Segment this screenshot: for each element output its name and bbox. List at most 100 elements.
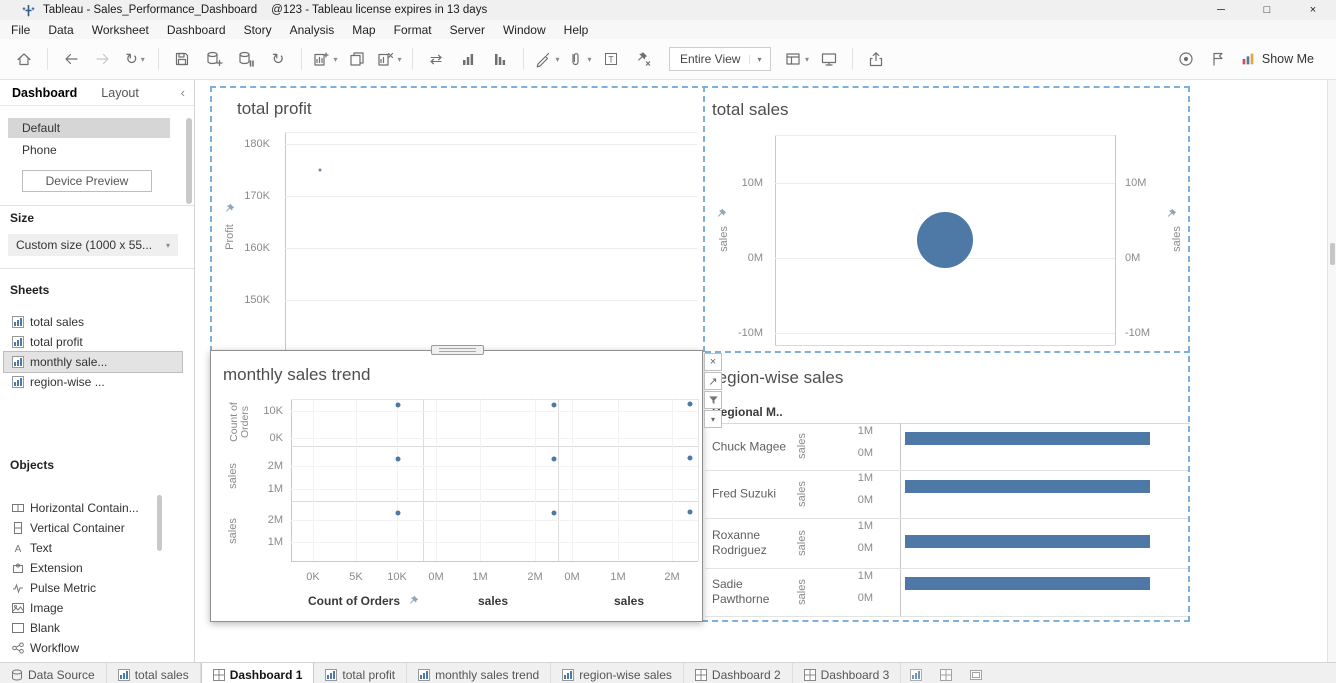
floating-drag-handle[interactable]: [431, 345, 484, 355]
object-workflow[interactable]: Workflow: [4, 638, 182, 658]
tab-monthly-sales-trend[interactable]: monthly sales trend: [407, 663, 552, 683]
scatter-mark[interactable]: [551, 456, 557, 462]
menu-item-worksheet[interactable]: Worksheet: [83, 21, 158, 39]
new-story-tab-button[interactable]: [961, 663, 991, 683]
menu-item-story[interactable]: Story: [235, 21, 281, 39]
fit-dropdown[interactable]: Entire View ▾: [669, 47, 771, 71]
sidebar-sheet-region-wise[interactable]: region-wise ...: [4, 372, 182, 392]
object-vertical-container[interactable]: Vertical Container: [4, 518, 182, 538]
flag-button[interactable]: [1205, 45, 1231, 73]
sidebar-sheet-total-profit[interactable]: total profit: [4, 332, 182, 352]
objects-scrollbar-thumb[interactable]: [157, 495, 162, 551]
scatter-mark[interactable]: [395, 402, 401, 408]
pin-icon[interactable]: [408, 595, 419, 606]
tab-total-sales[interactable]: total sales: [107, 663, 201, 683]
object-extension[interactable]: Extension: [4, 558, 182, 578]
scatter-mark[interactable]: [551, 510, 557, 516]
pin-icon[interactable]: [1166, 208, 1177, 219]
object-blank[interactable]: Blank: [4, 618, 182, 638]
scatter-mark[interactable]: [687, 455, 693, 461]
scatter-mark[interactable]: [687, 401, 693, 407]
new-data-source-button[interactable]: [201, 45, 227, 73]
new-dashboard-tab-button[interactable]: [931, 663, 961, 683]
object-image[interactable]: Image: [4, 598, 182, 618]
show-mark-labels-button[interactable]: T: [598, 45, 624, 73]
swap-rows-columns-button[interactable]: ⇄: [423, 45, 449, 73]
device-item-phone[interactable]: Phone: [8, 140, 170, 160]
tab-total-profit[interactable]: total profit: [314, 663, 408, 683]
pin-icon[interactable]: [716, 208, 727, 219]
tab-data-source[interactable]: Data Source: [0, 663, 107, 683]
sidebar-sheet-monthly-sales[interactable]: monthly sale...: [3, 351, 183, 373]
device-item-default[interactable]: Default: [8, 118, 170, 138]
canvas-scrollbar-thumb[interactable]: [1330, 243, 1335, 265]
sidebar-scrollbar-thumb[interactable]: [186, 118, 192, 204]
close-button[interactable]: ×: [1290, 0, 1336, 20]
use-as-filter-button[interactable]: [704, 391, 722, 409]
group-members-button[interactable]: ▾: [566, 45, 592, 73]
tab-dashboard-1[interactable]: Dashboard 1: [200, 663, 315, 683]
clear-sheet-button[interactable]: ▾: [376, 45, 402, 73]
restore-button[interactable]: □: [1244, 0, 1290, 20]
pin-icon[interactable]: [224, 203, 235, 214]
canvas-scrollbar[interactable]: [1327, 80, 1336, 662]
sales-bar[interactable]: [905, 535, 1150, 548]
sales-bar[interactable]: [905, 577, 1150, 590]
fix-axes-button[interactable]: [630, 45, 656, 73]
duplicate-sheet-button[interactable]: [344, 45, 370, 73]
sales-bar[interactable]: [905, 432, 1150, 445]
collapse-pane-icon[interactable]: ‹: [181, 85, 194, 100]
sales-bar[interactable]: [905, 480, 1150, 493]
tab-dashboard[interactable]: Dashboard: [0, 82, 89, 104]
new-worksheet-button[interactable]: ▾: [312, 45, 338, 73]
menu-item-help[interactable]: Help: [555, 21, 598, 39]
minimize-button[interactable]: ─: [1198, 0, 1244, 20]
data-guide-button[interactable]: [1173, 45, 1199, 73]
new-worksheet-tab-button[interactable]: [901, 663, 931, 683]
tab-dashboard-3[interactable]: Dashboard 3: [793, 663, 902, 683]
scatter-mark[interactable]: [687, 509, 693, 515]
show-me-button[interactable]: Show Me: [1240, 51, 1314, 67]
object-text[interactable]: A Text: [4, 538, 182, 558]
menu-item-server[interactable]: Server: [441, 21, 494, 39]
object-horizontal-container[interactable]: Horizontal Contain...: [4, 498, 182, 518]
presentation-mode-button[interactable]: [816, 45, 842, 73]
scatter-mark[interactable]: [395, 510, 401, 516]
menu-item-window[interactable]: Window: [494, 21, 555, 39]
device-preview-button[interactable]: Device Preview: [22, 170, 152, 192]
pause-auto-updates-button[interactable]: [233, 45, 259, 73]
tab-dashboard-2[interactable]: Dashboard 2: [684, 663, 793, 683]
start-page-button[interactable]: [11, 45, 37, 73]
replay-button[interactable]: ↻ ▾: [122, 45, 148, 73]
menu-item-format[interactable]: Format: [385, 21, 441, 39]
run-auto-updates-button[interactable]: ↻: [265, 45, 291, 73]
sort-ascending-button[interactable]: [455, 45, 481, 73]
menu-item-dashboard[interactable]: Dashboard: [158, 21, 235, 39]
sidebar-sheet-total-sales[interactable]: total sales: [4, 312, 182, 332]
show-hide-cards-button[interactable]: ▾: [784, 45, 810, 73]
go-to-sheet-button[interactable]: ↗: [704, 372, 722, 390]
chart-total-sales[interactable]: total sales sales 10M 0M -10M 10M 0M -10…: [705, 87, 1190, 351]
object-pulse-metric[interactable]: Pulse Metric: [4, 578, 182, 598]
share-workbook-button[interactable]: [863, 45, 889, 73]
remove-from-dashboard-button[interactable]: ×: [704, 353, 722, 371]
floating-sheet-monthly-sales-trend[interactable]: monthly sales trend Count of Orders sale…: [210, 345, 703, 622]
sales-circle-mark[interactable]: [917, 212, 973, 268]
chart-region-wise-sales[interactable]: region-wise sales Regional M.. Chuck Mag…: [705, 355, 1190, 622]
menu-item-map[interactable]: Map: [343, 21, 384, 39]
more-options-button[interactable]: ▾: [704, 410, 722, 428]
highlight-button[interactable]: ▾: [534, 45, 560, 73]
tab-region-wise-sales[interactable]: region-wise sales: [551, 663, 684, 683]
size-dropdown[interactable]: Custom size (1000 x 55... ▾: [8, 234, 178, 256]
chart-total-profit[interactable]: total profit Profit 180K 170K 160K 150K: [211, 87, 703, 350]
undo-button[interactable]: [58, 45, 84, 73]
tab-layout[interactable]: Layout: [89, 82, 151, 104]
redo-button[interactable]: [90, 45, 116, 73]
menu-item-file[interactable]: File: [2, 21, 39, 39]
menu-item-data[interactable]: Data: [39, 21, 82, 39]
scatter-mark[interactable]: [551, 402, 557, 408]
save-button[interactable]: [169, 45, 195, 73]
menu-item-analysis[interactable]: Analysis: [281, 21, 344, 39]
scatter-mark[interactable]: [395, 456, 401, 462]
scatter-mark[interactable]: [318, 168, 322, 172]
